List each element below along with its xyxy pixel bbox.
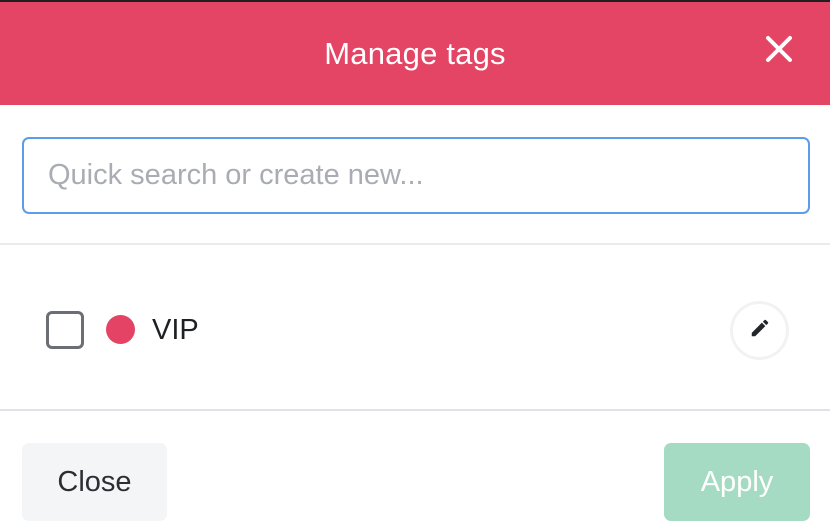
close-icon[interactable] — [764, 34, 794, 64]
tag-row: VIP — [0, 290, 830, 370]
apply-button[interactable]: Apply — [664, 443, 810, 521]
tag-color-dot — [106, 315, 135, 344]
manage-tags-modal: Manage tags VIP Close Apply — [0, 0, 830, 530]
modal-header: Manage tags — [0, 0, 830, 105]
footer-divider — [0, 409, 830, 411]
pencil-icon — [749, 317, 771, 344]
edit-tag-button[interactable] — [733, 304, 786, 357]
divider — [0, 243, 830, 245]
modal-title: Manage tags — [324, 35, 506, 71]
tag-checkbox[interactable] — [46, 311, 84, 349]
close-button[interactable]: Close — [22, 443, 167, 521]
tag-label: VIP — [152, 314, 199, 346]
search-container — [22, 137, 810, 214]
search-input[interactable] — [22, 137, 810, 214]
